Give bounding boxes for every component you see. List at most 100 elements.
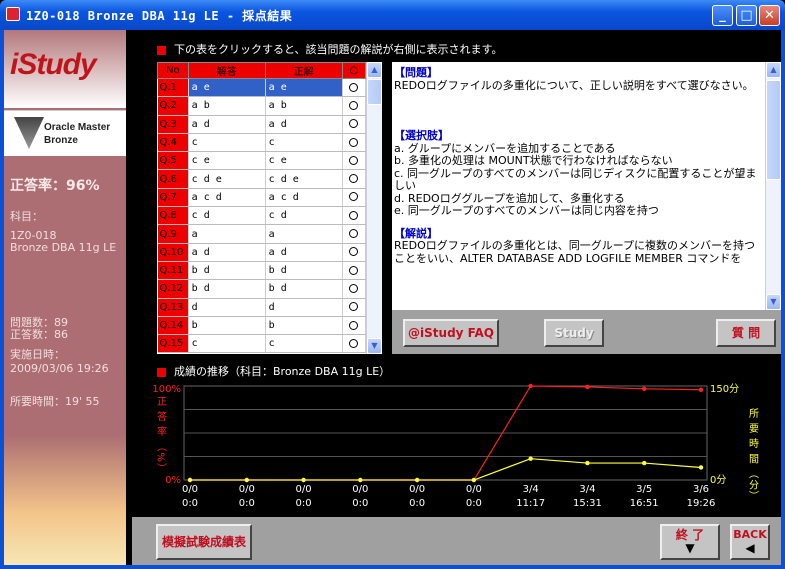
x-tick-label: 0:0 [182,498,198,509]
table-row[interactable]: Q.5 c ec e [157,151,367,171]
x-tick-label: 0:0 [296,498,312,509]
time-required: 所要時間：19' 55 [10,395,100,408]
question-button[interactable]: 質 問 [716,319,776,347]
table-row[interactable]: Q.3 a da d [157,115,367,134]
correct-circle-icon [349,155,359,165]
table-row[interactable]: Q.7 a c da c d [157,188,367,208]
x-tick-label: 3/5 [636,484,652,495]
left-axis-max: 100% [152,384,181,395]
end-button[interactable]: 終 了 ▼ [660,524,720,560]
series-point-1 [585,460,590,466]
series-point-1 [358,477,363,483]
app-icon [6,7,20,21]
table-row[interactable]: Q.6 c d ec d e [157,169,367,189]
series-point-0 [698,387,704,392]
series-point-1 [414,477,420,483]
back-label: BACK [733,528,767,541]
table-row[interactable]: Q.13 d d [157,298,367,317]
istudy-logo: iStudy [10,48,97,81]
x-tick-label: 3/6 [693,484,709,495]
question-text: REDOログファイルの多重化について、正しい説明をすべて選びなさい。 [394,78,754,92]
scroll-thumb[interactable] [766,80,781,180]
choice-c: c. 同一グループのすべてのメンバーは同じディスクに配置することが望ましい [394,166,757,192]
oracle-master-badge: Oracle Master Bronze [4,110,126,156]
table-row[interactable]: Q.12 b db d [157,279,367,299]
correct-circle-icon [349,100,359,110]
back-button[interactable]: BACK ◀ [730,524,770,560]
x-tick-label: 19:26 [687,498,716,509]
table-scrollbar[interactable]: ▲ ▼ [366,62,382,354]
x-tick-label: 0/0 [182,484,198,495]
app-window: 1Z0-018 Bronze DBA 11g LE - 採点結果 _ □ ✕ i… [0,0,785,569]
x-tick-label: 11:17 [516,498,545,509]
mock-results-button[interactable]: 模擬試験成績表 [156,524,252,560]
explanation-toolbar: @iStudy FAQ Study 質 問 [392,310,781,354]
study-button[interactable]: Study [544,319,604,347]
oracle-emblem-icon [14,117,44,149]
x-tick-label: 0:0 [409,498,425,509]
right-axis-max: 150分 [710,383,739,395]
x-tick-label: 0:0 [239,498,255,509]
series-point-1 [471,477,477,483]
x-tick-label: 16:51 [630,498,659,509]
series-point-0 [642,386,647,392]
header-answer: 解答 [187,62,266,79]
header-no: No [157,62,189,79]
end-label: 終 了 [675,528,705,542]
down-arrow-icon: ▼ [685,541,695,555]
choice-b: b. 多重化の処理は MOUNT状態で行わなければならない [394,154,673,167]
x-tick-label: 15:31 [573,498,602,509]
minimize-button[interactable]: _ [712,5,733,26]
oracle-level: Bronze [44,135,78,146]
scroll-up-icon[interactable]: ▲ [766,62,781,78]
subject-name: Bronze DBA 11g LE [10,241,117,254]
right-axis-min: 0分 [710,474,726,486]
scroll-up-icon[interactable]: ▲ [367,62,382,78]
series-point-0 [585,384,590,390]
explanation-panel[interactable]: 【問題】 REDOログファイルの多重化について、正しい説明をすべて選びなさい。 … [392,62,781,310]
series-point-1 [698,465,704,470]
correct-circle-icon [349,247,359,257]
x-tick-label: 0/0 [466,484,482,495]
x-tick-label: 3/4 [579,484,595,495]
instruction-text: 下の表をクリックすると、該当問題の解説が右側に表示されます。 [157,41,502,57]
faq-button[interactable]: @iStudy FAQ [403,319,499,347]
correct-circle-icon [349,229,359,239]
bullet-icon [157,45,166,55]
subject-label: 科目： [10,210,43,223]
table-row[interactable]: Q.1 a ea e [157,78,367,98]
series-point-1 [642,460,647,466]
correct-rate: 正答率：96% [10,178,100,194]
x-tick-label: 0:0 [352,498,368,509]
x-tick-label: 0:0 [466,498,482,509]
maximize-button[interactable]: □ [736,5,757,26]
scroll-thumb[interactable] [367,79,382,105]
explanation-line2: ことをいい、ALTER DATABASE ADD LOGFILE MEMBER … [394,251,742,265]
table-row[interactable]: Q.14 b b [157,316,367,336]
left-axis-label: 正 答 率 （%） [155,396,167,474]
sidebar: iStudy Oracle Master Bronze 正答率：96% 科目： … [4,30,126,565]
table-row[interactable]: Q.9 a a [157,224,367,244]
correct-circle-icon [349,338,359,348]
table-row[interactable]: Q.10 a da d [157,243,367,262]
table-row[interactable]: Q.11 b db d [157,261,367,281]
question-header: 【問題】 [394,66,438,79]
table-row[interactable]: Q.8 c dc d [157,206,367,226]
correct-count: 正答数：86 [10,328,68,341]
bottom-toolbar: 模擬試験成績表 終 了 ▼ BACK ◀ [132,517,781,565]
explanation-scrollbar[interactable]: ▲ ▼ [765,62,781,310]
table-row[interactable]: Q.4 c c [157,133,367,153]
correct-circle-icon [349,82,359,92]
correct-circle-icon [349,119,359,129]
table-row[interactable]: Q.15 c c [157,334,367,354]
scroll-down-icon[interactable]: ▼ [367,338,382,354]
title-bar[interactable]: 1Z0-018 Bronze DBA 11g LE - 採点結果 _ □ ✕ [0,0,785,30]
correct-circle-icon [349,210,359,220]
correct-circle-icon [349,283,359,293]
answer-table[interactable]: No 解答 正解 ○ Q.1 a ea e Q.2 a ba b Q.3 a da d… [157,62,382,354]
logo-area: iStudy [4,30,126,108]
close-button[interactable]: ✕ [759,5,780,26]
main-panel: 下の表をクリックすると、該当問題の解説が右側に表示されます。 No 解答 正解 … [132,30,781,565]
table-row[interactable]: Q.2 a ba b [157,96,367,116]
scroll-down-icon[interactable]: ▼ [766,294,781,310]
